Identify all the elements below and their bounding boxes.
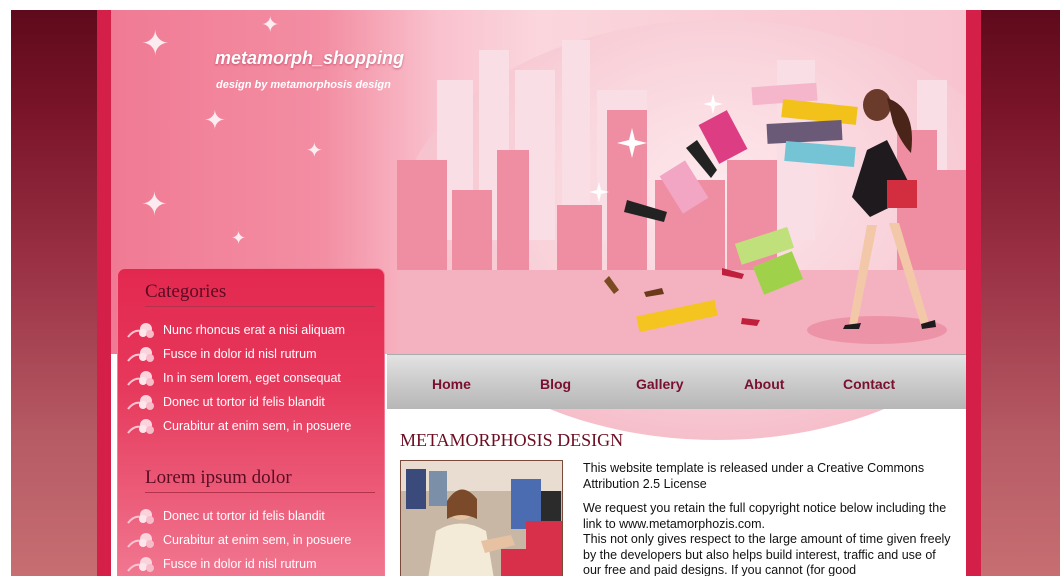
lorem-list: Donec ut tortor id felis blandit Curabit… [126,504,351,576]
flower-icon [127,533,154,548]
sidebar-heading-lorem: Lorem ipsum dolor [145,467,375,493]
category-label: Nunc rhoncus erat a nisi aliquam [163,323,346,337]
content-text: This website template is released under … [583,461,953,576]
main-navigation: Home Blog Gallery About Contact [387,354,966,409]
link-label: Fusce in dolor id nisl rutrum [163,557,317,571]
sparkle-icon: ✦ [141,186,168,222]
category-item[interactable]: Donec ut tortor id felis blandit [126,390,351,414]
shopping-city-illustration [397,40,966,360]
sparkle-icon: ✦ [141,25,170,63]
flower-icon [127,323,154,338]
nav-about[interactable]: About [744,376,784,392]
flower-icon [127,557,154,572]
main-content: METAMORPHOSIS DESIGN This website templa… [387,408,966,576]
flower-icon [127,347,154,362]
category-label: Donec ut tortor id felis blandit [163,395,325,409]
link-item[interactable]: Fusce in dolor id nisl rutrum [126,552,351,576]
sparkle-icon: ✦ [306,140,323,162]
link-label: Curabitur at enim sem, in posuere [163,533,352,547]
right-side-panel [980,10,1060,576]
link-label: Donec ut tortor id felis blandit [163,509,325,523]
categories-list: Nunc rhoncus erat a nisi aliquam Fusce i… [126,318,351,438]
flower-icon [127,419,154,434]
category-label: Fusce in dolor id nisl rutrum [163,347,317,361]
category-item[interactable]: Fusce in dolor id nisl rutrum [126,342,351,366]
link-item[interactable]: Curabitur at enim sem, in posuere [126,528,351,552]
category-label: In in sem lorem, eget consequat [163,371,341,385]
category-item[interactable]: Nunc rhoncus erat a nisi aliquam [126,318,351,342]
sparkle-icon: ✦ [231,228,247,248]
category-label: Curabitur at enim sem, in posuere [163,419,352,433]
nav-blog[interactable]: Blog [540,376,571,392]
left-side-panel [11,10,97,576]
store-shopper-image [401,461,562,576]
nav-home[interactable]: Home [432,376,471,392]
nav-contact[interactable]: Contact [843,376,895,392]
site-title[interactable]: metamorph_shopping [215,48,404,69]
flower-icon [127,395,154,410]
flower-icon [127,371,154,386]
shopping-photo [400,460,563,576]
category-item[interactable]: Curabitur at enim sem, in posuere [126,414,351,438]
content-heading: METAMORPHOSIS DESIGN [400,430,624,450]
nav-gallery[interactable]: Gallery [636,376,683,392]
sidebar-heading-categories: Categories [145,281,375,307]
content-paragraph: This not only gives respect to the large… [583,532,951,576]
sparkle-icon: ✦ [261,12,280,37]
content-paragraph: We request you retain the full copyright… [583,501,947,531]
category-item[interactable]: In in sem lorem, eget consequat [126,366,351,390]
link-item[interactable]: Donec ut tortor id felis blandit [126,504,351,528]
sidebar: Categories Nunc rhoncus erat a nisi aliq… [117,268,385,576]
page-container: ✦ ✦ ✦ ✦ ✦ ✦ metamorph_shopping design by… [111,10,966,576]
content-paragraph: This website template is released under … [583,461,925,491]
sparkle-icon: ✦ [204,105,226,135]
flower-icon [127,509,154,524]
site-subtitle: design by metamorphosis design [216,79,391,91]
